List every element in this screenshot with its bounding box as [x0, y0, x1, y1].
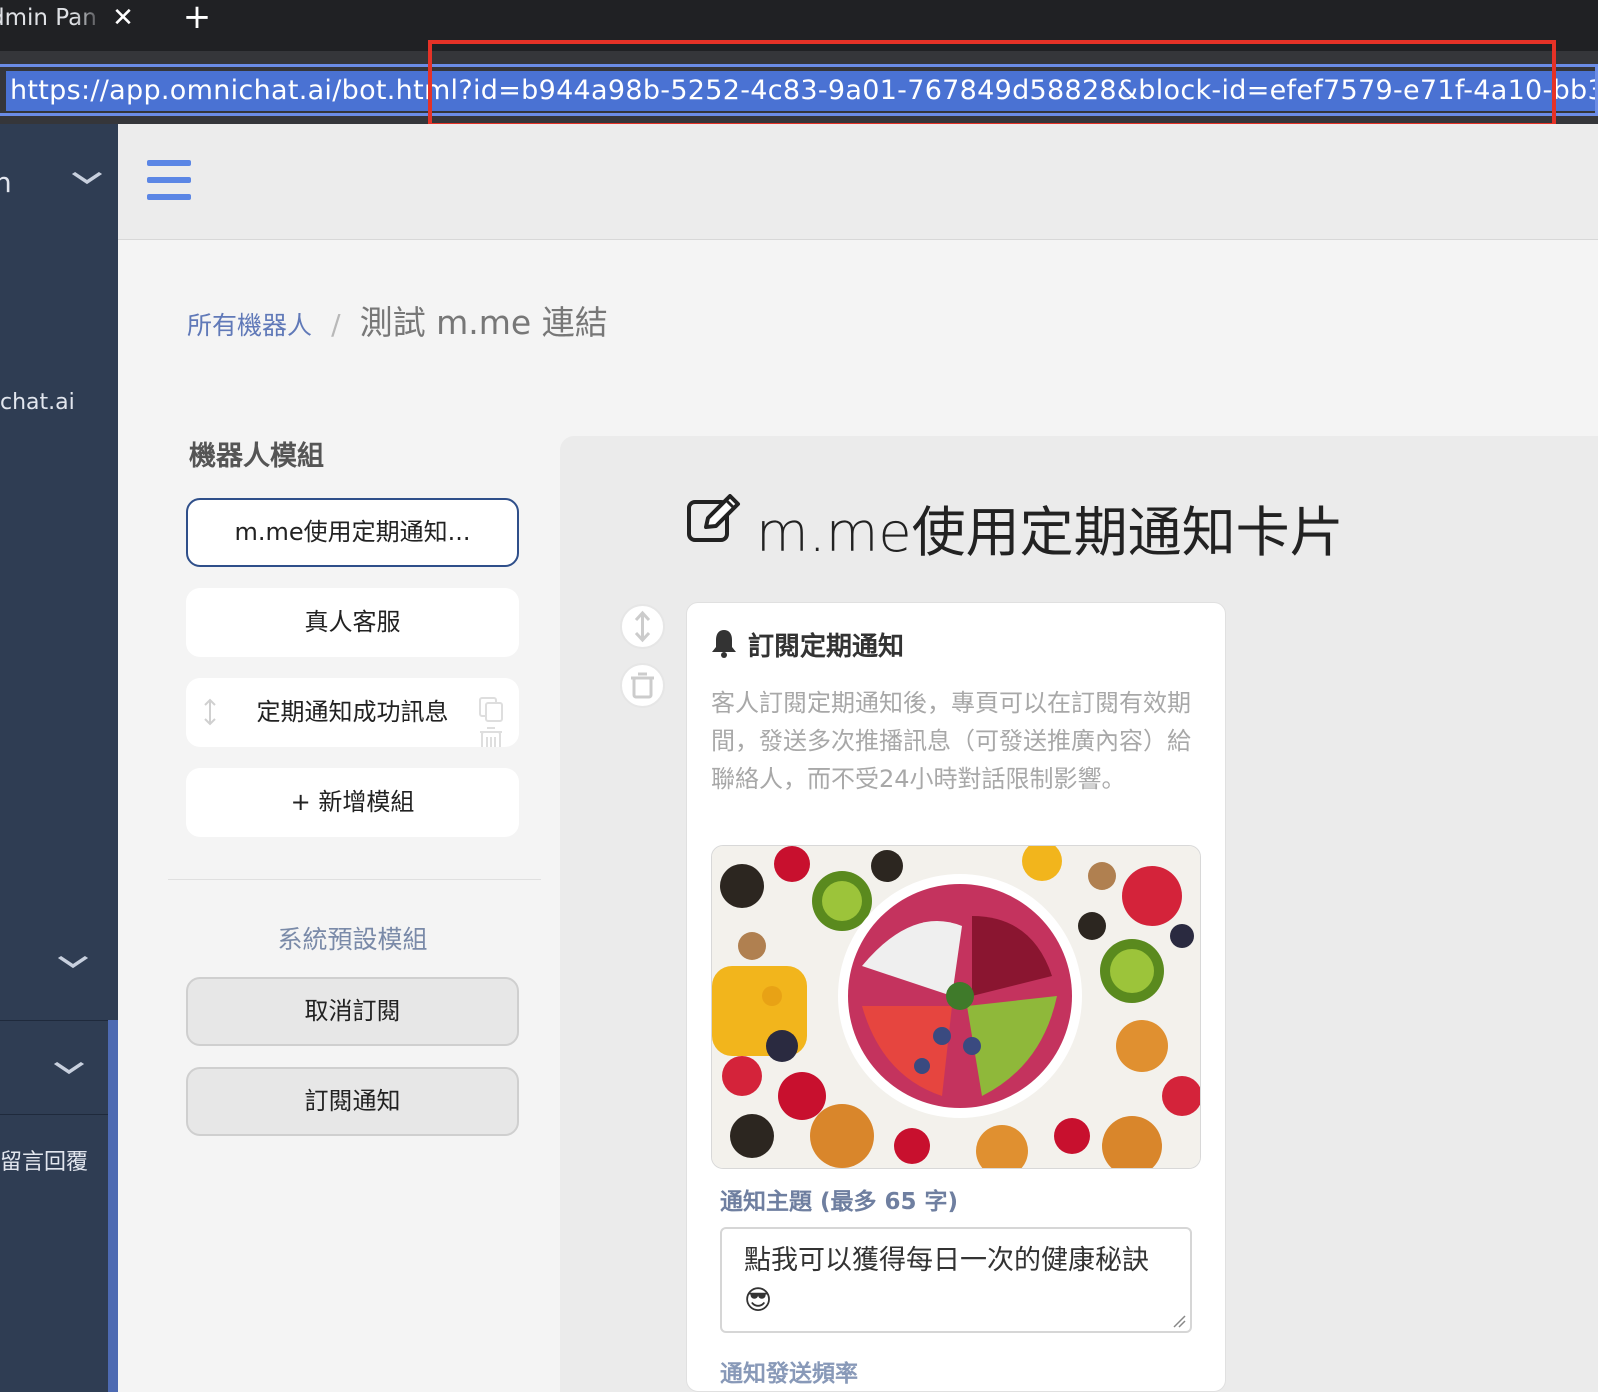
system-module-unsubscribe[interactable]: 取消訂閱 [186, 977, 519, 1046]
hamburger-line [147, 160, 191, 166]
chevron-down-icon[interactable] [47, 1056, 92, 1081]
module-label: 取消訂閱 [304, 997, 401, 1025]
topic-field-label: 通知主題 (最多 65 字) [720, 1189, 959, 1215]
chevron-down-icon[interactable] [51, 950, 96, 975]
resize-handle-icon[interactable] [1172, 1313, 1186, 1332]
edit-icon[interactable] [686, 494, 742, 548]
card-heading: 訂閱定期通知 [748, 632, 905, 662]
tab-title-fade [75, 0, 105, 36]
module-button-mme-notify[interactable]: m.me使用定期通知... [186, 498, 519, 567]
drag-handle-icon[interactable] [202, 678, 218, 747]
tab-close-icon[interactable]: ✕ [108, 0, 138, 36]
hamburger-menu-icon[interactable] [147, 160, 191, 200]
trash-icon[interactable] [478, 714, 504, 747]
module-label: + 新增模組 [290, 788, 415, 816]
card-description: 客人訂閱定期通知後，專頁可以在訂閱有效期間，發送多次推播訊息（可發送推廣內容）給… [711, 689, 1191, 793]
breadcrumb-root-link[interactable]: 所有機器人 [187, 311, 312, 340]
breadcrumb-separator: / [331, 308, 341, 341]
hamburger-line [147, 194, 191, 200]
breadcrumb: 所有機器人 / 測試 m.me 連結 [187, 296, 608, 344]
chevron-down-icon[interactable] [65, 166, 110, 191]
move-block-icon[interactable] [620, 604, 665, 649]
card-editor-title: m.me使用定期通知卡片 [756, 501, 1344, 564]
sidebar-account-label: n [0, 166, 12, 199]
nav-sidebar [0, 124, 118, 1392]
modules-section-title: 機器人模組 [189, 441, 324, 472]
system-module-subscribe-notify[interactable]: 訂閱通知 [186, 1067, 519, 1136]
module-button-live-agent[interactable]: 真人客服 [186, 588, 519, 657]
add-module-button[interactable]: + 新增模組 [186, 768, 519, 837]
module-label: 訂閱通知 [304, 1087, 401, 1115]
new-tab-button[interactable]: + [180, 0, 214, 36]
sidebar-domain-text: chat.ai [0, 390, 75, 415]
delete-block-icon[interactable] [620, 663, 665, 708]
app-top-bar [118, 124, 1598, 240]
breadcrumb-current: 測試 m.me 連結 [359, 303, 608, 342]
sidebar-item-comment-reply[interactable]: 留言回覆 [0, 1144, 88, 1176]
module-label: m.me使用定期通知... [234, 518, 471, 546]
hamburger-line [147, 177, 191, 183]
frequency-field-label: 通知發送頻率 [720, 1361, 858, 1387]
browser-tab[interactable]: dmin Pan ✕ [0, 0, 153, 51]
annotation-highlight-box [428, 40, 1556, 127]
sidebar-active-indicator [108, 1020, 118, 1392]
module-label: 定期通知成功訊息 [256, 698, 449, 726]
module-button-notify-success[interactable]: 定期通知成功訊息 [186, 678, 519, 747]
bell-icon [710, 628, 738, 662]
bowl-decoration [838, 874, 1082, 1118]
next-field-label-wrapper: 通知發送頻率 [720, 1352, 858, 1392]
card-image[interactable] [711, 845, 1201, 1169]
modules-divider [168, 879, 541, 880]
sidebar-divider [0, 1020, 108, 1021]
module-label: 真人客服 [304, 608, 401, 636]
system-modules-title: 系統預設模組 [277, 925, 428, 954]
sidebar-divider [0, 1114, 108, 1115]
topic-textarea[interactable]: 點我可以獲得每日一次的健康秘訣😎 [720, 1227, 1192, 1333]
